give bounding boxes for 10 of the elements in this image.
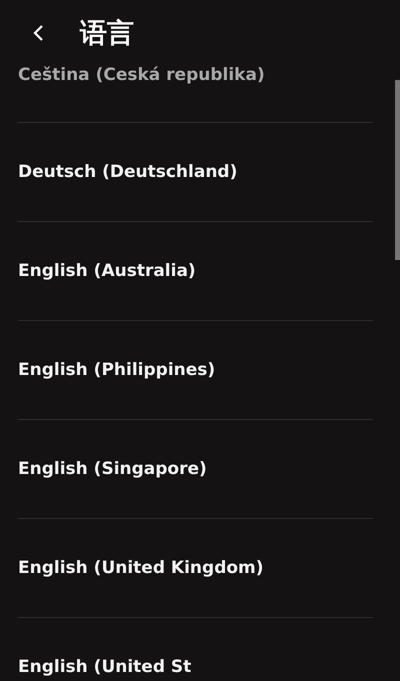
scrollbar[interactable] bbox=[395, 80, 400, 260]
language-item[interactable]: English (Philippines) bbox=[18, 359, 216, 381]
language-item[interactable]: English (United St bbox=[18, 656, 192, 678]
back-icon[interactable] bbox=[32, 24, 44, 42]
language-item[interactable]: Ceština (Ceská republika) bbox=[18, 64, 265, 86]
language-item[interactable]: English (Australia) bbox=[18, 260, 196, 282]
page-title: 语言 bbox=[80, 17, 134, 51]
language-item[interactable]: English (United Kingdom) bbox=[18, 557, 264, 579]
language-item[interactable]: English (Singapore) bbox=[18, 458, 207, 480]
language-item[interactable]: Deutsch (Deutschland) bbox=[18, 161, 238, 183]
